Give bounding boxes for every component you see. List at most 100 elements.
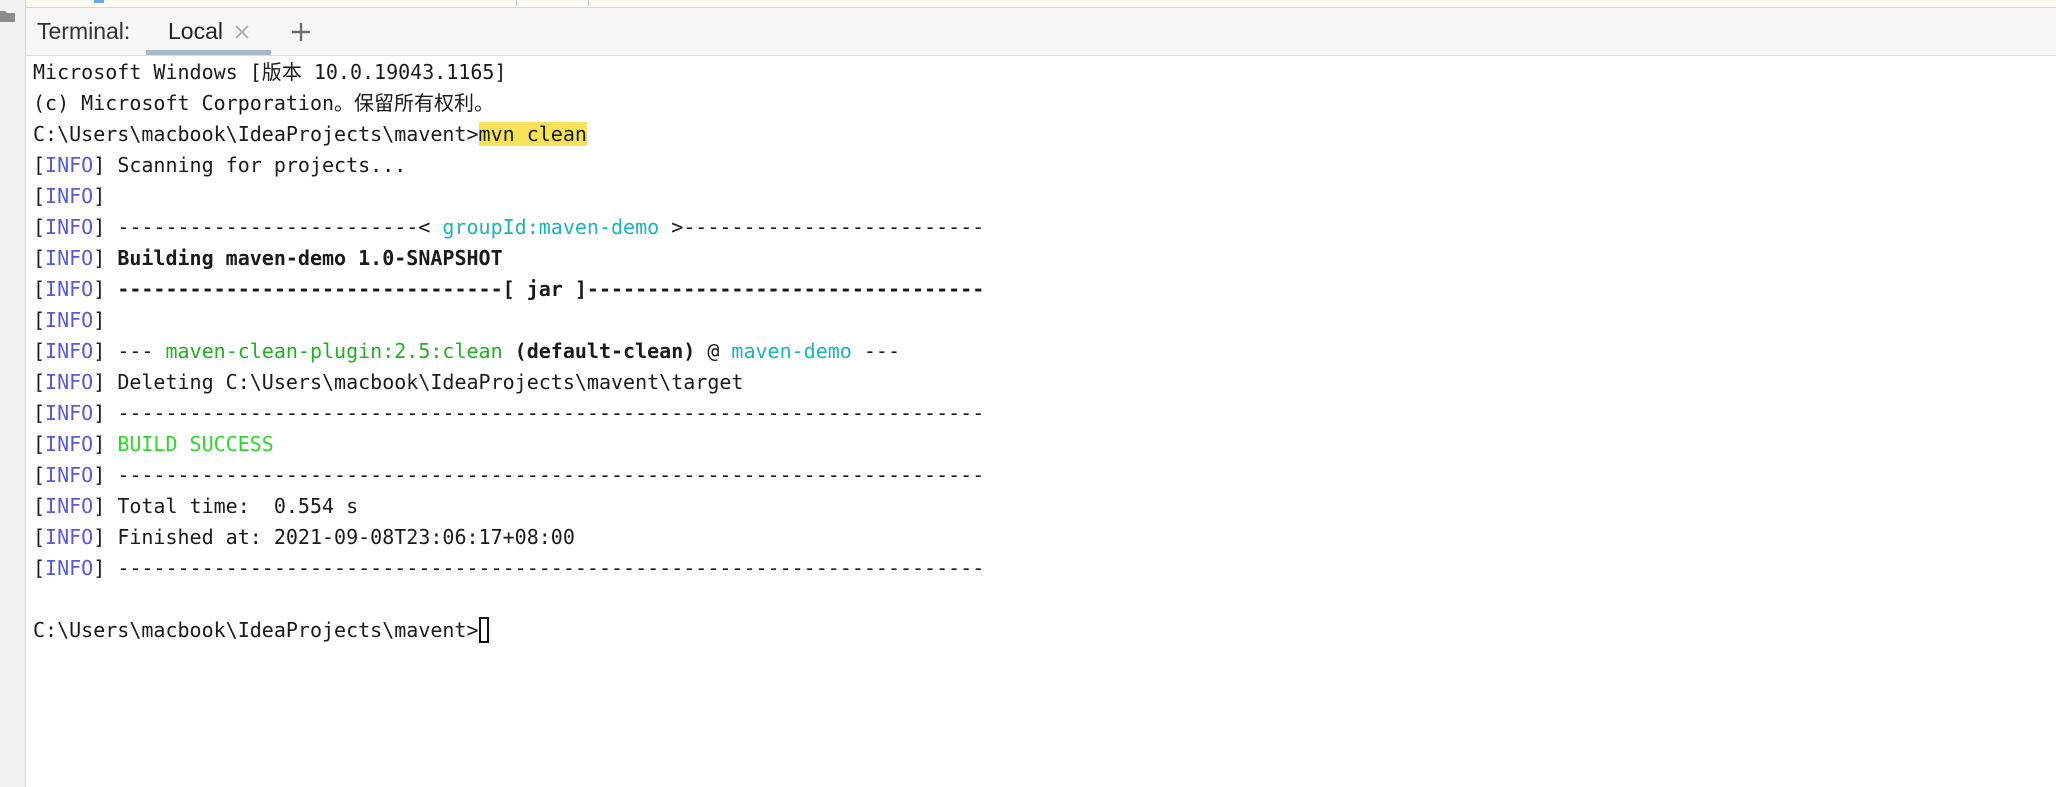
terminal-line: [INFO] Deleting C:\Users\macbook\IdeaPro… bbox=[33, 367, 743, 398]
bracket-close: ] bbox=[93, 215, 118, 239]
plus-icon[interactable] bbox=[288, 19, 314, 45]
active-tab-indicator bbox=[146, 50, 271, 55]
log-level: INFO bbox=[45, 277, 94, 301]
bracket-open: [ bbox=[33, 401, 46, 425]
log-level: INFO bbox=[45, 556, 94, 580]
bracket-open: [ bbox=[33, 246, 46, 270]
bracket-open: [ bbox=[33, 184, 46, 208]
terminal-header: Terminal: Local bbox=[26, 8, 2056, 56]
log-level: INFO bbox=[45, 432, 94, 456]
log-level: INFO bbox=[45, 463, 94, 487]
bracket-close: ] bbox=[93, 463, 118, 487]
ide-window: Terminal: Local Microsoft Windows [版本 10… bbox=[0, 0, 2056, 787]
editor-tab-strip bbox=[26, 0, 2056, 8]
close-icon[interactable] bbox=[232, 22, 252, 42]
terminal-line: [INFO] bbox=[33, 181, 105, 212]
bracket-close: ] bbox=[93, 370, 118, 394]
divider bbox=[588, 0, 589, 6]
group-id: groupId:maven-demo bbox=[442, 215, 660, 239]
separator-left: -------------------------< bbox=[117, 215, 443, 239]
prompt-text: C:\Users\macbook\IdeaProjects\mavent> bbox=[33, 122, 479, 146]
packaging-separator: --------------------------------[ jar ]-… bbox=[117, 277, 985, 301]
finished-at: Finished at: 2021-09-08T23:06:17+08:00 bbox=[117, 525, 575, 549]
line-text: Deleting C:\Users\macbook\IdeaProjects\m… bbox=[117, 370, 744, 394]
terminal-line: [INFO] ---------------------------------… bbox=[33, 398, 984, 429]
separator-right: >------------------------- bbox=[659, 215, 985, 239]
plugin-goal: maven-clean-plugin:2.5:clean bbox=[165, 339, 503, 363]
bracket-close: ] bbox=[93, 556, 118, 580]
bracket-close: ] bbox=[93, 494, 118, 518]
bracket-open: [ bbox=[33, 432, 46, 456]
command-text: mvn clean bbox=[478, 122, 587, 146]
bracket-close: ] bbox=[93, 339, 118, 363]
terminal-line: C:\Users\macbook\IdeaProjects\mavent>mvn… bbox=[33, 119, 587, 150]
bracket-close: ] bbox=[93, 246, 118, 270]
project-name: maven-demo bbox=[731, 339, 852, 363]
bracket-open: [ bbox=[33, 153, 46, 177]
prompt-text: C:\Users\macbook\IdeaProjects\mavent> bbox=[33, 618, 479, 642]
log-level: INFO bbox=[45, 494, 94, 518]
terminal-line: [INFO] --------------------------------[… bbox=[33, 274, 984, 305]
bracket-open: [ bbox=[33, 339, 46, 363]
separator: ----------------------------------------… bbox=[117, 463, 985, 487]
terminal-line: [INFO] -------------------------< groupI… bbox=[33, 212, 984, 243]
bracket-open: [ bbox=[33, 494, 46, 518]
bracket-close: ] bbox=[93, 401, 118, 425]
text-cursor bbox=[478, 617, 489, 643]
line-text: (c) Microsoft Corporation。保留所有权利。 bbox=[33, 91, 495, 115]
bracket-close: ] bbox=[93, 308, 106, 332]
build-status: BUILD SUCCESS bbox=[117, 432, 274, 456]
terminal-line: [INFO] Total time: 0.554 s bbox=[33, 491, 358, 522]
dashes: --- bbox=[851, 339, 901, 363]
separator: ----------------------------------------… bbox=[117, 401, 985, 425]
log-level: INFO bbox=[45, 370, 94, 394]
terminal-line: [INFO] ---------------------------------… bbox=[33, 460, 984, 491]
log-level: INFO bbox=[45, 339, 94, 363]
log-level: INFO bbox=[45, 401, 94, 425]
terminal-line: [INFO] ---------------------------------… bbox=[33, 553, 984, 584]
left-tool-strip bbox=[0, 0, 26, 787]
terminal-line: Microsoft Windows [版本 10.0.19043.1165] bbox=[33, 57, 506, 88]
at-sign: @ bbox=[695, 339, 732, 363]
log-level: INFO bbox=[45, 308, 94, 332]
folder-icon[interactable] bbox=[0, 8, 15, 23]
terminal-line: [INFO] Building maven-demo 1.0-SNAPSHOT bbox=[33, 243, 503, 274]
line-text: Scanning for projects... bbox=[117, 153, 407, 177]
log-level: INFO bbox=[45, 246, 94, 270]
terminal-line: [INFO] BUILD SUCCESS bbox=[33, 429, 274, 460]
bracket-open: [ bbox=[33, 525, 46, 549]
bracket-close: ] bbox=[93, 432, 118, 456]
terminal-line: [INFO] Finished at: 2021-09-08T23:06:17+… bbox=[33, 522, 575, 553]
bracket-open: [ bbox=[33, 308, 46, 332]
log-level: INFO bbox=[45, 184, 94, 208]
separator: ----------------------------------------… bbox=[117, 556, 985, 580]
bracket-close: ] bbox=[93, 184, 106, 208]
bracket-open: [ bbox=[33, 215, 46, 239]
execution-id: (default-clean) bbox=[502, 339, 696, 363]
bracket-close: ] bbox=[93, 277, 118, 301]
terminal-output[interactable]: Microsoft Windows [版本 10.0.19043.1165] (… bbox=[26, 57, 2056, 787]
bracket-close: ] bbox=[93, 525, 118, 549]
terminal-title: Terminal: bbox=[37, 18, 131, 44]
terminal-line: [INFO] Scanning for projects... bbox=[33, 150, 406, 181]
bracket-open: [ bbox=[33, 370, 46, 394]
terminal-line: (c) Microsoft Corporation。保留所有权利。 bbox=[33, 88, 494, 119]
bracket-open: [ bbox=[33, 556, 46, 580]
total-time: Total time: 0.554 s bbox=[117, 494, 359, 518]
dashes: --- bbox=[117, 339, 166, 363]
line-text: Microsoft Windows [版本 10.0.19043.1165] bbox=[33, 60, 507, 84]
bracket-close: ] bbox=[93, 153, 118, 177]
bracket-open: [ bbox=[33, 463, 46, 487]
terminal-prompt-line[interactable]: C:\Users\macbook\IdeaProjects\mavent> bbox=[33, 615, 489, 646]
tab-local[interactable]: Local bbox=[146, 8, 271, 55]
tab-label: Local bbox=[168, 18, 223, 44]
terminal-line: [INFO] bbox=[33, 305, 105, 336]
log-level: INFO bbox=[45, 215, 94, 239]
log-level: INFO bbox=[45, 525, 94, 549]
log-level: INFO bbox=[45, 153, 94, 177]
editor-tab-marker bbox=[94, 0, 104, 3]
terminal-line: [INFO] --- maven-clean-plugin:2.5:clean … bbox=[33, 336, 900, 367]
build-title: Building maven-demo 1.0-SNAPSHOT bbox=[117, 246, 503, 270]
bracket-open: [ bbox=[33, 277, 46, 301]
divider bbox=[516, 0, 517, 6]
